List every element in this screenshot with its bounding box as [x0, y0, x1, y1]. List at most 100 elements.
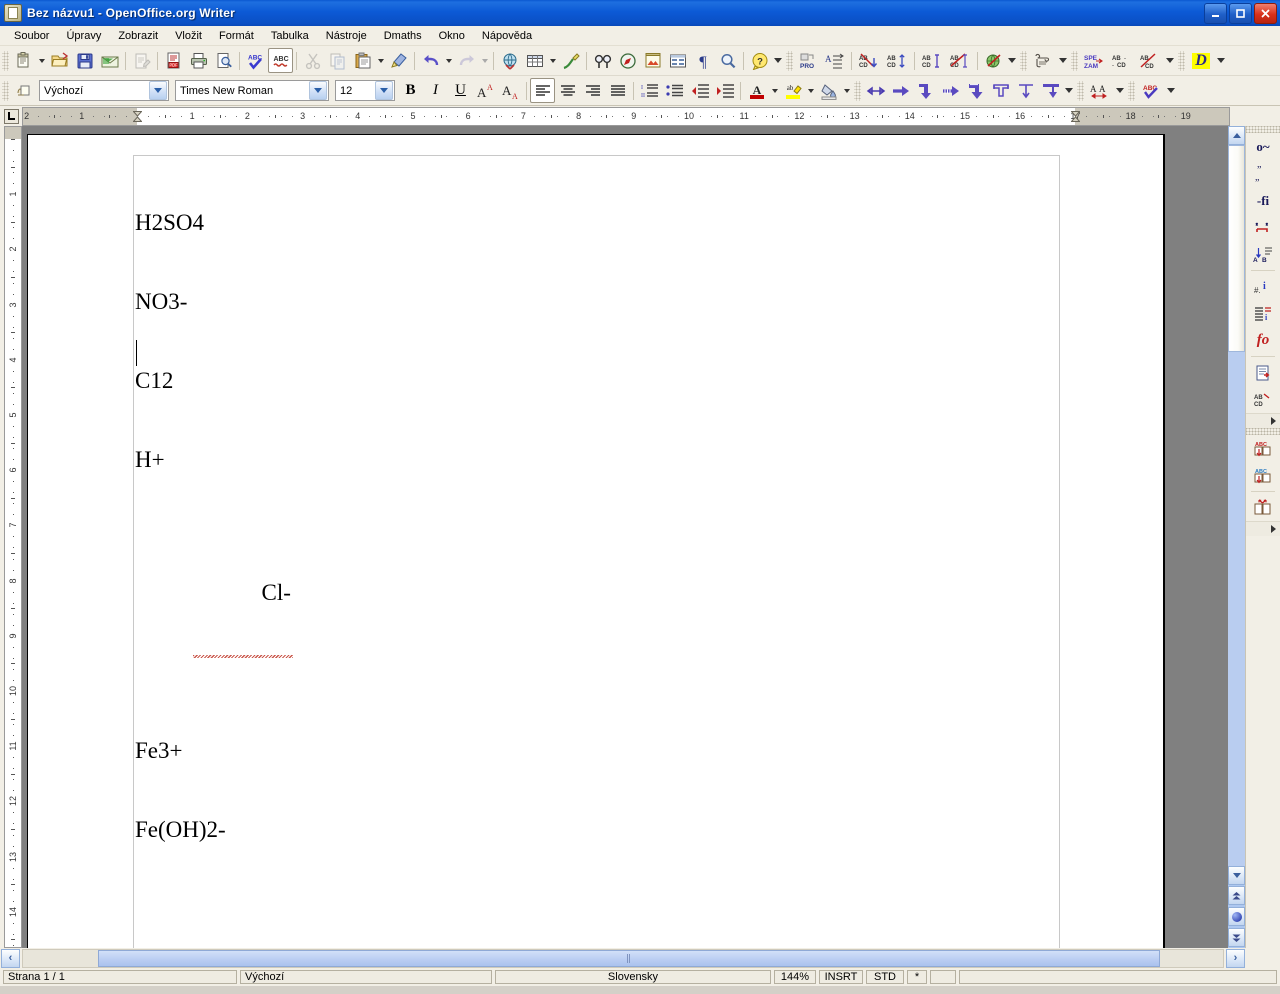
- autospellcheck-icon[interactable]: ABC: [268, 48, 293, 73]
- increase-indent-button[interactable]: [712, 78, 737, 103]
- subscript-button[interactable]: A A: [498, 78, 523, 103]
- italic-button[interactable]: I: [423, 78, 448, 103]
- previous-page-button[interactable]: [1228, 886, 1245, 905]
- insert-table-icon[interactable]: [522, 48, 547, 73]
- standard-toolbar-overflow-icon[interactable]: [772, 49, 784, 72]
- scroll-down-button[interactable]: [1228, 866, 1245, 885]
- tilde-o-icon[interactable]: o~: [1246, 133, 1280, 160]
- scroll-left-button[interactable]: ‹: [1, 948, 20, 968]
- pro-icon[interactable]: PRO: [795, 48, 820, 73]
- arrow-double-horizontal-icon[interactable]: [863, 78, 888, 103]
- menu-vlozit[interactable]: Vložit: [167, 29, 211, 43]
- document-text[interactable]: H2SO4 NO3- C12 H+ Cl- Fe3+ Fe(OH)2-: [135, 157, 293, 896]
- toolbar-grip[interactable]: [854, 80, 861, 101]
- gallery-icon[interactable]: [665, 48, 690, 73]
- undo-dropdown-icon[interactable]: [443, 49, 454, 72]
- menu-nastroje[interactable]: Nástroje: [318, 29, 376, 43]
- status-selection-mode[interactable]: STD: [866, 970, 904, 984]
- right-indent-marker[interactable]: [1070, 111, 1080, 122]
- zoom-icon[interactable]: [715, 48, 740, 73]
- hash-info-icon[interactable]: #. i: [1246, 273, 1280, 300]
- toolbar-grip[interactable]: [1077, 80, 1084, 101]
- email-document-icon[interactable]: [97, 48, 122, 73]
- spacing-toolbar-overflow-icon[interactable]: [1114, 79, 1126, 102]
- show-draw-functions-icon[interactable]: [558, 48, 583, 73]
- insert-image-icon[interactable]: [640, 48, 665, 73]
- font-color-dropdown-icon[interactable]: [769, 79, 780, 102]
- formatting-marks-icon[interactable]: ¶: [690, 48, 715, 73]
- tab-stop-selector[interactable]: [0, 106, 22, 126]
- new-document-dropdown-icon[interactable]: [36, 49, 47, 72]
- paste-dropdown-icon[interactable]: [375, 49, 386, 72]
- expand-toolbar-arrow[interactable]: [1246, 521, 1280, 536]
- abcd-cursor-icon[interactable]: AB CD: [918, 48, 946, 73]
- scroll-up-button[interactable]: [1228, 126, 1245, 145]
- underline-button[interactable]: U: [448, 78, 473, 103]
- undo-icon[interactable]: [418, 48, 443, 73]
- menu-soubor[interactable]: Soubor: [6, 29, 58, 43]
- numbering-button[interactable]: I II: [637, 78, 662, 103]
- find-replace-icon[interactable]: [590, 48, 615, 73]
- scroll-right-button[interactable]: ›: [1226, 948, 1245, 968]
- abcd-strike-icon[interactable]: AB CD: [946, 48, 974, 73]
- hyperlink-icon[interactable]: [497, 48, 522, 73]
- copy-icon[interactable]: [325, 48, 350, 73]
- menu-napoveda[interactable]: Nápověda: [474, 29, 541, 43]
- apply-style-icon[interactable]: [11, 78, 36, 103]
- toolbar-grip[interactable]: [1246, 126, 1280, 133]
- status-language[interactable]: Slovensky: [495, 970, 771, 984]
- document-insert-icon[interactable]: [1246, 359, 1280, 386]
- globe-strike-icon[interactable]: [981, 48, 1006, 73]
- bold-button[interactable]: B: [398, 78, 423, 103]
- align-left-button[interactable]: [530, 78, 555, 103]
- arrow-dashed-right-icon[interactable]: [938, 78, 963, 103]
- clone-formatting-icon[interactable]: [386, 48, 411, 73]
- abcd-updown-icon[interactable]: AB CD: [883, 48, 911, 73]
- vertical-scrollbar[interactable]: [1228, 126, 1245, 948]
- extension-toolbar-3-overflow-icon[interactable]: [1164, 49, 1176, 72]
- abc-check-icon[interactable]: ABC: [1137, 78, 1165, 103]
- dictionary-red-book-icon[interactable]: ABC: [1246, 435, 1280, 462]
- help-icon[interactable]: ?: [747, 48, 772, 73]
- toolbar-grip[interactable]: [1246, 428, 1280, 435]
- highlighting-dropdown-icon[interactable]: [805, 79, 816, 102]
- extension-toolbar-1-overflow-icon[interactable]: [1006, 49, 1018, 72]
- dictionary-blue-book-icon[interactable]: ABC: [1246, 462, 1280, 489]
- open-folder-icon[interactable]: [47, 48, 72, 73]
- align-right-button[interactable]: [580, 78, 605, 103]
- status-zoom[interactable]: 144%: [774, 970, 816, 984]
- toolbar-grip[interactable]: [1071, 50, 1078, 71]
- extension-toolbar-2-overflow-icon[interactable]: [1057, 49, 1069, 72]
- edit-file-icon[interactable]: [129, 48, 154, 73]
- dmaths-d-icon[interactable]: D: [1187, 48, 1215, 73]
- toolbar-grip[interactable]: [1020, 50, 1027, 71]
- navigator-icon[interactable]: [615, 48, 640, 73]
- spe-zam-icon[interactable]: SPE ZAM: [1080, 48, 1108, 73]
- status-insert-mode[interactable]: INSRT: [819, 970, 863, 984]
- insert-table-dropdown-icon[interactable]: [547, 49, 558, 72]
- arrow-tee-thick-down-icon[interactable]: [1038, 78, 1063, 103]
- list-info-icon[interactable]: i: [1246, 300, 1280, 327]
- horizontal-scrollbar-track[interactable]: [22, 948, 1224, 968]
- vertical-scrollbar-thumb[interactable]: [1228, 145, 1245, 352]
- ab-cd-strike-icon[interactable]: AB CD: [1136, 48, 1164, 73]
- text-lines-icon[interactable]: A: [820, 48, 848, 73]
- document-canvas[interactable]: H2SO4 NO3- C12 H+ Cl- Fe3+ Fe(OH)2-: [22, 126, 1228, 948]
- toolbar-grip[interactable]: [1128, 80, 1135, 101]
- menu-format[interactable]: Formát: [211, 29, 263, 43]
- arrow-corner-down-icon[interactable]: [913, 78, 938, 103]
- background-color-button[interactable]: [816, 78, 841, 103]
- page[interactable]: H2SO4 NO3- C12 H+ Cl- Fe3+ Fe(OH)2-: [27, 134, 1165, 948]
- minimize-button[interactable]: [1204, 3, 1227, 24]
- highlighting-button[interactable]: ab: [780, 78, 805, 103]
- ab-cd-icon[interactable]: AB - - CD: [1108, 48, 1136, 73]
- sort-ab-icon[interactable]: A B: [1246, 241, 1280, 268]
- status-modified[interactable]: *: [907, 970, 927, 984]
- horizontal-ruler[interactable]: 2112345678910111213141516171819: [22, 107, 1230, 126]
- print-preview-icon[interactable]: [211, 48, 236, 73]
- font-size-combo[interactable]: 12: [335, 80, 395, 101]
- decrease-indent-button[interactable]: [687, 78, 712, 103]
- red-underline-marks-icon[interactable]: [1246, 214, 1280, 241]
- arrow-right-icon[interactable]: [888, 78, 913, 103]
- abcd-strike-down-icon[interactable]: AB CD: [855, 48, 883, 73]
